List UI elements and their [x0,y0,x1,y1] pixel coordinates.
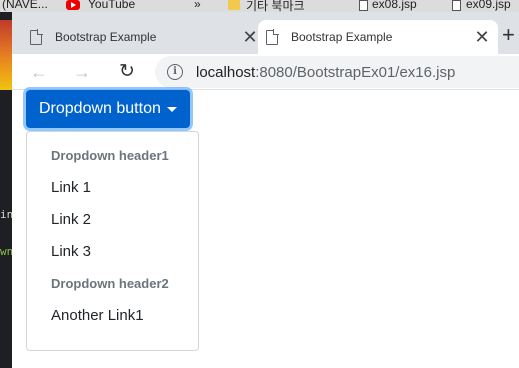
reload-icon[interactable]: ↻ [115,60,139,84]
editor-color-stripe [0,20,12,90]
page-icon [266,28,279,45]
forward-icon[interactable]: → [70,60,94,84]
youtube-icon [66,0,80,10]
dropdown-header: Dropdown header2 [51,276,169,291]
background-bookmarks-bar: (NAVE... YouTube » 기타 북마크 ex08.jsp ex09.… [0,0,519,12]
dropdown-item-link-2[interactable]: Link 2 [27,204,198,236]
bookmark-item[interactable]: ex08.jsp [372,0,417,11]
dropdown-button-label: Dropdown button [39,100,161,117]
file-icon [452,0,461,11]
dropdown-item-another-link-1[interactable]: Another Link1 [27,300,198,332]
url-path: :8080/BootstrapEx01/ex16.jsp [255,63,456,81]
back-icon[interactable]: ← [27,60,51,84]
bookmark-item[interactable]: ex09.jsp [466,0,511,11]
tab-title: Bootstrap Example [55,30,157,44]
page-content: Dropdown button Dropdown header1 Link 1 … [12,90,519,368]
dropdown-item-link-1[interactable]: Link 1 [27,172,198,204]
site-info-icon[interactable]: i [167,64,183,80]
address-bar[interactable]: i localhost:8080/BootstrapEx01/ex16.jsp [155,56,519,88]
close-tab-icon[interactable]: ✕ [472,27,492,47]
dropdown-menu: Dropdown header1 Link 1 Link 2 Link 3 Dr… [26,131,199,351]
bookmark-item[interactable]: (NAVE... [2,0,48,11]
caret-down-icon [166,106,177,112]
dropdown-header: Dropdown header1 [51,148,169,163]
page-icon [30,28,43,45]
tab-bootstrap-example-1[interactable]: Bootstrap Example ✕ [22,20,260,54]
close-tab-icon[interactable]: ✕ [240,27,260,47]
browser-window: Bootstrap Example ✕ Bootstrap Example ✕ … [12,12,519,368]
browser-toolbar: ← → ↻ i localhost:8080/BootstrapEx01/ex1… [12,54,519,90]
url-text[interactable]: localhost:8080/BootstrapEx01/ex16.jsp [196,64,455,81]
tab-title: Bootstrap Example [291,30,393,44]
url-host: localhost [196,63,256,81]
folder-icon [228,0,240,10]
file-icon [359,0,368,11]
dropdown-button[interactable]: Dropdown button [26,90,190,128]
dropdown-item-link-3[interactable]: Link 3 [27,236,198,268]
tab-bootstrap-example-2[interactable]: Bootstrap Example ✕ [258,20,498,54]
bookmark-folder[interactable]: 기타 북마크 [246,0,305,12]
tab-strip: Bootstrap Example ✕ Bootstrap Example ✕ … [12,12,519,54]
more-bookmarks-icon[interactable]: » [194,0,201,11]
new-tab-icon[interactable]: + [502,24,515,46]
bookmark-item[interactable]: YouTube [88,0,135,11]
